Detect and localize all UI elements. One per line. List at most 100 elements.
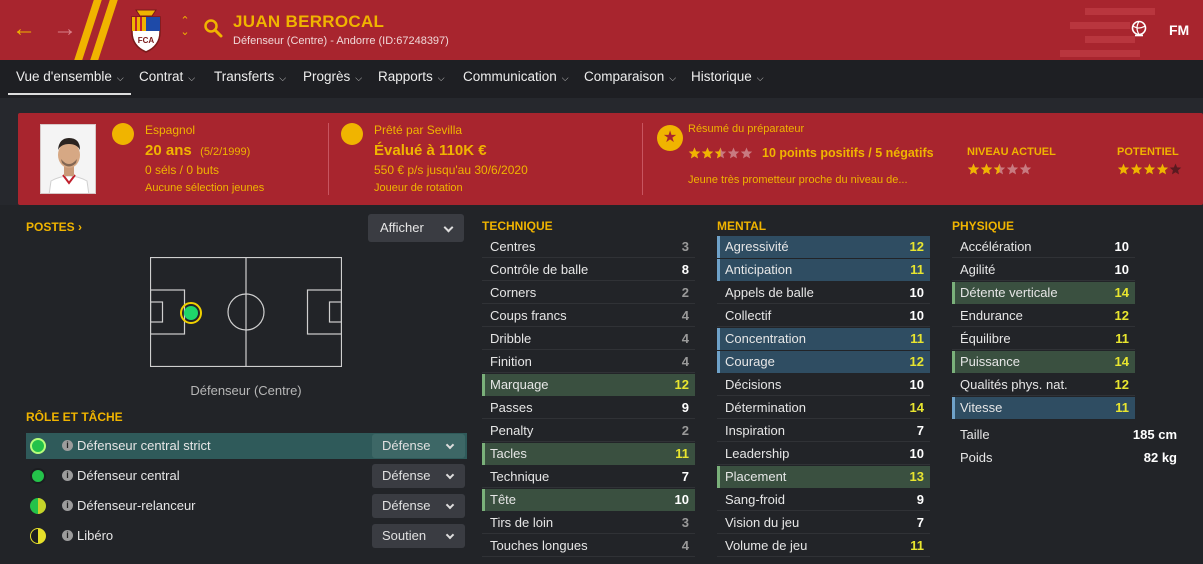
star-icon	[727, 147, 740, 159]
star-icon	[1156, 163, 1169, 175]
positions-title[interactable]: POSTES ›	[26, 220, 82, 234]
attribute-value: 14	[1114, 354, 1129, 369]
globe-icon[interactable]	[1130, 20, 1148, 38]
role-suitability-icon	[30, 528, 46, 544]
player-photo[interactable]	[40, 124, 96, 194]
attribute-row[interactable]: Volume de jeu 11	[717, 535, 930, 557]
attribute-name: Tête	[490, 492, 517, 507]
attribute-row[interactable]: Tête 10	[482, 489, 695, 511]
star-badge-icon: ★	[657, 125, 683, 151]
attribute-row[interactable]: Inspiration 7	[717, 420, 930, 442]
back-arrow-icon[interactable]: ←	[12, 17, 36, 41]
attribute-row[interactable]: Décisions 10	[717, 374, 930, 396]
chevron-right-icon: ›	[78, 220, 83, 234]
attribute-row[interactable]: Corners 2	[482, 282, 695, 304]
attribute-row[interactable]: Agressivité 12	[717, 236, 930, 258]
tab-communication[interactable]: Communication ⌵	[463, 69, 569, 84]
tab-transfers[interactable]: Transferts ⌵	[214, 69, 286, 84]
attribute-row[interactable]: Détente verticale 14	[952, 282, 1135, 304]
attribute-name: Tirs de loin	[490, 515, 554, 530]
tab-reports[interactable]: Rapports ⌵	[378, 69, 445, 84]
info-icon[interactable]: i	[62, 440, 73, 451]
role-suitability-icon	[30, 498, 46, 514]
attribute-row[interactable]: Placement 13	[717, 466, 930, 488]
pitch-diagram[interactable]	[150, 257, 342, 367]
attribute-row[interactable]: Passes 9	[482, 397, 695, 419]
role-row[interactable]: i Défenseur central Défense	[26, 463, 467, 489]
attribute-row[interactable]: Qualités phys. nat. 12	[952, 374, 1135, 396]
attribute-row[interactable]: Endurance 12	[952, 305, 1135, 327]
role-row[interactable]: i Défenseur central strict Défense	[26, 433, 467, 459]
weight-label: Poids	[960, 450, 993, 465]
role-row[interactable]: i Libéro Soutien	[26, 523, 467, 549]
coach-report-title[interactable]: Résumé du préparateur	[688, 123, 804, 135]
club-crest-icon[interactable]: FCA	[122, 6, 170, 54]
duty-dropdown[interactable]: Soutien	[372, 524, 465, 548]
tab-history[interactable]: Historique ⌵	[691, 69, 764, 84]
loan-status[interactable]: Prêté par Sevilla	[374, 123, 462, 137]
tab-comparison[interactable]: Comparaison ⌵	[584, 69, 676, 84]
attribute-row[interactable]: Collectif 10	[717, 305, 930, 327]
attribute-value: 11	[1115, 400, 1129, 415]
chevron-down-icon: ⌵	[437, 73, 445, 83]
divider	[328, 123, 329, 195]
chevron-down-icon: ⌵	[188, 73, 196, 83]
attribute-name: Marquage	[490, 377, 549, 392]
physical-title: PHYSIQUE	[952, 219, 1015, 233]
attribute-row[interactable]: Touches longues 4	[482, 535, 695, 557]
position-marker[interactable]	[184, 306, 198, 320]
duty-dropdown[interactable]: Défense	[372, 464, 465, 488]
attribute-row[interactable]: Appels de balle 10	[717, 282, 930, 304]
tab-progress[interactable]: Progrès ⌵	[303, 69, 362, 84]
info-icon[interactable]: i	[62, 470, 73, 481]
attribute-row[interactable]: Finition 4	[482, 351, 695, 373]
role-name: Libéro	[77, 528, 114, 543]
chevron-down-icon: ⌵	[756, 73, 764, 83]
attribute-row[interactable]: Centres 3	[482, 236, 695, 258]
attribute-value: 11	[1115, 331, 1129, 346]
attribute-row[interactable]: Courage 12	[717, 351, 930, 373]
info-icon[interactable]: i	[62, 500, 73, 511]
attribute-row[interactable]: Concentration 11	[717, 328, 930, 350]
duty-dropdown[interactable]: Défense	[372, 434, 465, 458]
attribute-value: 4	[681, 354, 689, 369]
player-value: Évalué à 110K €	[374, 142, 487, 159]
tab-contract[interactable]: Contrat ⌵	[139, 69, 195, 84]
attribute-row[interactable]: Puissance 14	[952, 351, 1135, 373]
sort-arrows-icon[interactable]: ⌃ ⌄	[178, 16, 192, 38]
attribute-row[interactable]: Dribble 4	[482, 328, 695, 350]
attribute-row[interactable]: Tacles 11	[482, 443, 695, 465]
search-icon[interactable]	[203, 18, 223, 38]
duty-dropdown[interactable]: Défense	[372, 494, 465, 518]
fm-logo[interactable]: FM	[1169, 22, 1189, 38]
player-name: JUAN BERROCAL	[233, 12, 385, 31]
show-button[interactable]: Afficher	[368, 214, 464, 242]
attribute-row[interactable]: Leadership 10	[717, 443, 930, 465]
attribute-row[interactable]: Détermination 14	[717, 397, 930, 419]
attribute-row[interactable]: Équilibre 11	[952, 328, 1135, 350]
attribute-row[interactable]: Tirs de loin 3	[482, 512, 695, 534]
role-row[interactable]: i Défenseur-relanceur Défense	[26, 493, 467, 519]
attribute-row[interactable]: Sang-froid 9	[717, 489, 930, 511]
attribute-row[interactable]: Anticipation 11	[717, 259, 930, 281]
attribute-name: Touches longues	[490, 538, 588, 553]
attribute-row[interactable]: Coups francs 4	[482, 305, 695, 327]
attribute-row[interactable]: Vision du jeu 7	[717, 512, 930, 534]
attribute-row[interactable]: Accélération 10	[952, 236, 1135, 258]
attribute-row[interactable]: Contrôle de balle 8	[482, 259, 695, 281]
attribute-name: Dribble	[490, 331, 532, 346]
chevron-down-icon: ⌵	[669, 73, 677, 83]
attribute-row[interactable]: Vitesse 11	[952, 397, 1135, 419]
tab-overview[interactable]: Vue d'ensemble ⌵	[16, 69, 124, 84]
forward-arrow-icon[interactable]: →	[53, 17, 77, 41]
attribute-row[interactable]: Marquage 12	[482, 374, 695, 396]
attribute-row[interactable]: Agilité 10	[952, 259, 1135, 281]
attribute-row[interactable]: Technique 7	[482, 466, 695, 488]
attribute-name: Corners	[490, 285, 537, 300]
nationality[interactable]: Espagnol	[145, 123, 195, 137]
attribute-value: 8	[681, 262, 689, 277]
crest-text: FCA	[138, 36, 155, 45]
info-icon[interactable]: i	[62, 530, 73, 541]
header-decoration	[1060, 50, 1140, 57]
attribute-row[interactable]: Penalty 2	[482, 420, 695, 442]
